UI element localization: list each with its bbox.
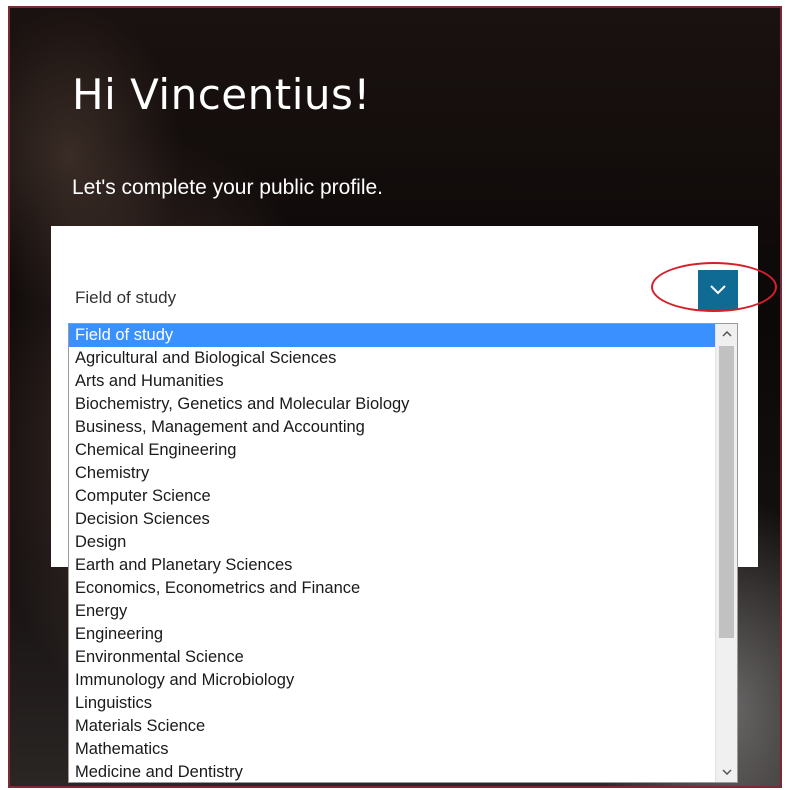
subtitle-text: Let's complete your public profile. <box>72 176 384 199</box>
chevron-down-icon <box>710 285 726 295</box>
greeting-heading: Hi Vincentius! <box>72 70 371 119</box>
dropdown-option[interactable]: Environmental Science <box>69 646 715 669</box>
dropdown-option[interactable]: Arts and Humanities <box>69 370 715 393</box>
dropdown-option[interactable]: Chemical Engineering <box>69 439 715 462</box>
dropdown-option[interactable]: Computer Science <box>69 485 715 508</box>
dropdown-option[interactable]: Engineering <box>69 623 715 646</box>
dropdown-scrollbar[interactable] <box>715 324 737 782</box>
field-of-study-dropdown-list[interactable]: Field of study Agricultural and Biologica… <box>68 323 738 783</box>
dropdown-option[interactable]: Earth and Planetary Sciences <box>69 554 715 577</box>
option-list: Field of study Agricultural and Biologica… <box>69 324 715 782</box>
dropdown-option[interactable]: Business, Management and Accounting <box>69 416 715 439</box>
dropdown-option[interactable]: Field of study <box>69 324 715 347</box>
dropdown-option[interactable]: Immunology and Microbiology <box>69 669 715 692</box>
scroll-up-arrow-icon[interactable] <box>716 324 737 344</box>
dropdown-option[interactable]: Chemistry <box>69 462 715 485</box>
dropdown-option[interactable]: Design <box>69 531 715 554</box>
dropdown-option[interactable]: Economics, Econometrics and Finance <box>69 577 715 600</box>
scroll-down-arrow-icon[interactable] <box>716 762 737 782</box>
field-of-study-select-value[interactable]: Field of study <box>75 288 176 308</box>
dropdown-option[interactable]: Medicine and Dentistry <box>69 761 715 782</box>
dropdown-option[interactable]: Decision Sciences <box>69 508 715 531</box>
dropdown-option[interactable]: Materials Science <box>69 715 715 738</box>
dropdown-option[interactable]: Agricultural and Biological Sciences <box>69 347 715 370</box>
field-of-study-dropdown-button[interactable] <box>698 270 738 310</box>
scrollbar-thumb[interactable] <box>719 346 734 638</box>
dropdown-option[interactable]: Energy <box>69 600 715 623</box>
dropdown-option[interactable]: Biochemistry, Genetics and Molecular Bio… <box>69 393 715 416</box>
dropdown-option[interactable]: Mathematics <box>69 738 715 761</box>
dropdown-option[interactable]: Linguistics <box>69 692 715 715</box>
